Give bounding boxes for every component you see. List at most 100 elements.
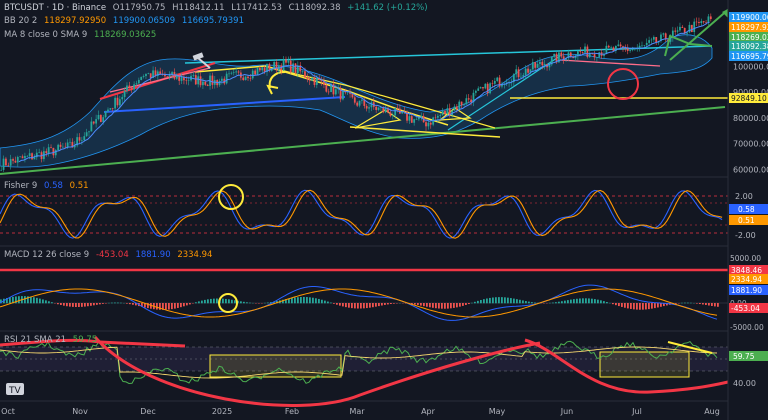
trading-chart[interactable]: TV 60000.0070000.0080000.0090000.0010000… — [0, 0, 768, 420]
macd-hist-bar — [417, 303, 419, 306]
candle-body — [244, 76, 247, 81]
macd-hist-bar — [66, 303, 68, 307]
macd-hist-bar — [363, 303, 365, 309]
macd-hist-bar — [576, 298, 578, 304]
price-tag-label: 118269.03 — [731, 33, 768, 42]
bb-legend[interactable]: BB 20 2 118297.92950 119900.06509 116695… — [4, 16, 248, 27]
macd-hist-bar — [615, 303, 617, 306]
candle-body — [633, 48, 636, 50]
macd-hist-bar — [378, 303, 380, 307]
candle-body — [114, 97, 116, 109]
candle-body — [581, 51, 584, 53]
candle-body — [26, 155, 29, 157]
candle-body — [410, 116, 413, 123]
macd-hist-bar — [519, 299, 521, 304]
macd-hist-bar — [186, 303, 188, 306]
candle-body — [104, 111, 107, 118]
candle-body — [356, 102, 359, 106]
candle-body — [543, 64, 546, 66]
macd-tick-label: -5000.00 — [730, 323, 764, 332]
macd-hist-bar — [594, 299, 596, 304]
candle-body — [579, 51, 582, 52]
macd-hist-bar — [588, 298, 590, 304]
candle-body — [429, 122, 432, 125]
macd-hist-bar — [582, 298, 584, 304]
macd-hist-bar — [480, 299, 482, 304]
macd-hist-bar — [357, 303, 359, 309]
macd-hist-bar — [174, 303, 176, 309]
candle-body — [427, 122, 430, 127]
candle-body — [62, 146, 64, 148]
macd-hist-bar — [390, 303, 392, 305]
macd-hist-bar — [189, 303, 191, 305]
macd-hist-bar — [345, 303, 347, 308]
macd-hist-bar — [381, 303, 383, 306]
time-tick-label: Mar — [349, 407, 365, 416]
candle-body — [584, 46, 586, 53]
macd-hist-bar — [246, 302, 248, 304]
macd-legend[interactable]: MACD 12 26 close 9 -453.04 1881.90 2334.… — [4, 250, 216, 261]
price-tag-label: 119900.06 — [731, 13, 768, 22]
candle-body — [78, 137, 81, 141]
macd-hist-bar — [327, 301, 329, 304]
fisher-tick-label: -2.00 — [735, 231, 756, 240]
time-tick-label: Dec — [140, 407, 155, 416]
symbol-name[interactable]: BTCUSDT · 1D · Binance — [4, 3, 106, 13]
macd-hist-bar — [579, 298, 581, 304]
candle-body — [88, 131, 90, 133]
macd-hist-bar — [714, 303, 716, 307]
macd-hist-bar — [75, 303, 77, 308]
macd-hist-bar — [318, 298, 320, 304]
fisher-legend[interactable]: Fisher 9 0.58 0.51 — [4, 181, 93, 192]
candle-body — [408, 116, 411, 121]
macd-hist-bar — [528, 301, 530, 304]
candle-body — [128, 85, 131, 88]
candle-body — [185, 80, 188, 81]
macd-hist-bar — [690, 302, 692, 304]
candle-body — [289, 60, 292, 73]
ma-legend[interactable]: MA 8 close 0 SMA 9 118269.03625 — [4, 30, 160, 41]
candle-body — [593, 53, 596, 58]
macd-hist-bar — [300, 297, 302, 304]
candle-body — [166, 76, 169, 77]
macd-hist-bar — [171, 303, 173, 310]
candle-body — [116, 97, 119, 106]
fisher-tag-label: 0.58 — [738, 205, 755, 214]
candle-body — [52, 147, 55, 156]
candle-body — [638, 45, 641, 48]
candle-body — [145, 74, 147, 77]
time-tick-label: Aug — [704, 407, 720, 416]
candle-body — [242, 77, 245, 81]
macd-hist-bar — [63, 303, 65, 306]
candle-body — [527, 68, 529, 73]
macd-hist-bar — [504, 297, 506, 304]
macd-hist-bar — [213, 298, 215, 304]
macd-hist-bar — [657, 303, 659, 308]
candle-body — [313, 77, 316, 85]
candle-body — [66, 142, 69, 147]
time-tick-label: May — [489, 407, 506, 416]
macd-hist-bar — [39, 298, 41, 304]
candle-body — [202, 81, 204, 86]
macd-hist-bar — [435, 303, 437, 309]
svg-text:TV: TV — [8, 386, 21, 396]
candle-body — [441, 110, 444, 116]
macd-hist-bar — [450, 303, 452, 309]
rsi-legend[interactable]: RSI 21 SMA 21 59.75 — [4, 335, 101, 346]
candle-body — [221, 78, 223, 81]
candle-body — [629, 50, 632, 51]
candle-body — [453, 106, 456, 111]
candle-body — [85, 132, 88, 137]
candle-body — [676, 30, 679, 32]
macd-hist-bar — [69, 303, 71, 307]
candle-body — [109, 108, 112, 110]
candle-body — [225, 73, 228, 84]
candle-body — [311, 77, 313, 81]
macd-hist-bar — [570, 299, 572, 304]
rsi-label: RSI 21 SMA 21 — [4, 335, 67, 345]
candle-body — [90, 121, 93, 132]
macd-hist-bar — [33, 297, 35, 304]
price-tag-label: 92849.10 — [731, 94, 767, 103]
fisher-label: Fisher 9 — [4, 181, 38, 191]
bb-label: BB 20 2 — [4, 16, 38, 26]
